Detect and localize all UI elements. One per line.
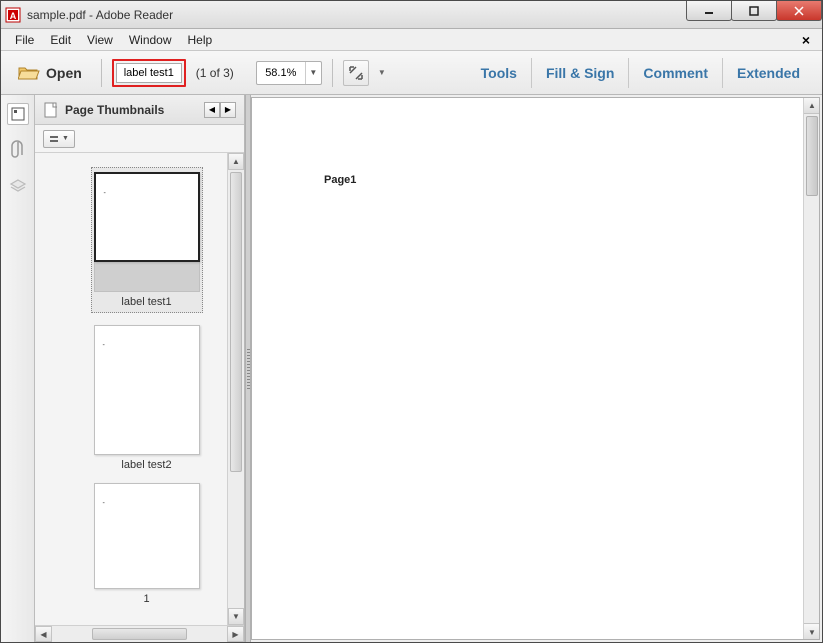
comment-link[interactable]: Comment (629, 59, 722, 87)
folder-open-icon (18, 65, 40, 81)
open-button[interactable]: Open (9, 58, 91, 88)
page-number-highlight (112, 59, 186, 87)
thumbnail-item[interactable]: - 1 (91, 483, 203, 605)
tools-link[interactable]: Tools (467, 59, 531, 87)
layers-tab-icon[interactable] (7, 175, 29, 197)
scroll-left-icon[interactable]: ◀ (35, 626, 52, 642)
fit-diagonal-icon (348, 65, 364, 81)
page-number-input[interactable] (116, 63, 182, 83)
thumbnail-label: 1 (143, 593, 149, 605)
thumbnails-header: Page Thumbnails ◀ ▶ (35, 95, 244, 125)
page-content-text: Page1 (324, 174, 356, 186)
thumb-next-button[interactable]: ▶ (220, 102, 236, 118)
separator (101, 59, 102, 87)
thumbnails-scrollbar-horizontal[interactable]: ◀ ▶ (35, 625, 244, 642)
thumbnail-label: label test2 (121, 459, 171, 471)
titlebar: A sample.pdf - Adobe Reader (1, 1, 822, 29)
thumbnails-panel: Page Thumbnails ◀ ▶ ▼ - label test1 (35, 95, 245, 642)
menu-help[interactable]: Help (180, 31, 221, 49)
thumbnail-item[interactable]: - label test1 (91, 167, 203, 313)
menu-window[interactable]: Window (121, 31, 180, 49)
scroll-right-icon[interactable]: ▶ (227, 626, 244, 642)
extended-link[interactable]: Extended (723, 59, 814, 87)
document-close-button[interactable]: × (796, 32, 816, 48)
thumbnail-label: label test1 (121, 296, 171, 308)
attachments-tab-icon[interactable] (7, 139, 29, 161)
window-title: sample.pdf - Adobe Reader (27, 8, 173, 22)
thumbnails-list: - label test1 - label test2 - 1 ▲ ▼ (35, 153, 244, 625)
document-scrollbar-vertical[interactable]: ▲ ▼ (803, 97, 820, 640)
toolbar: Open (1 of 3) ▼ ▼ Tools Fill & Sign Comm… (1, 51, 822, 95)
thumbnails-options-bar: ▼ (35, 125, 244, 153)
thumbnails-title: Page Thumbnails (65, 103, 164, 117)
menubar: File Edit View Window Help × (1, 29, 822, 51)
scroll-up-icon[interactable]: ▲ (228, 153, 244, 170)
page-icon (43, 102, 59, 118)
thumb-mini-text: - (103, 500, 105, 507)
thumb-mini-text: - (104, 190, 106, 197)
zoom-input[interactable] (257, 63, 305, 83)
scroll-down-icon[interactable]: ▼ (804, 623, 820, 640)
fit-page-button[interactable] (343, 60, 369, 86)
maximize-button[interactable] (731, 1, 777, 21)
separator (332, 59, 333, 87)
app-icon: A (5, 7, 21, 23)
menu-file[interactable]: File (7, 31, 42, 49)
open-label: Open (46, 65, 82, 81)
fit-dropdown[interactable]: ▼ (375, 68, 389, 77)
page-count-label: (1 of 3) (196, 66, 234, 80)
thumbnail-item[interactable]: - label test2 (91, 325, 203, 471)
menu-edit[interactable]: Edit (42, 31, 79, 49)
close-button[interactable] (776, 1, 822, 21)
thumbnails-scrollbar-vertical[interactable]: ▲ ▼ (227, 153, 244, 625)
thumb-prev-button[interactable]: ◀ (204, 102, 220, 118)
left-rail (1, 95, 35, 642)
minimize-button[interactable] (686, 1, 732, 21)
zoom-select[interactable]: ▼ (256, 61, 322, 85)
svg-text:A: A (10, 11, 17, 21)
document-view[interactable]: Page1 ▲ ▼ (251, 97, 820, 640)
menu-view[interactable]: View (79, 31, 121, 49)
chevron-down-icon[interactable]: ▼ (305, 62, 321, 84)
scroll-down-icon[interactable]: ▼ (228, 608, 244, 625)
thumbnails-options-dropdown[interactable]: ▼ (43, 130, 75, 148)
fill-sign-link[interactable]: Fill & Sign (532, 59, 628, 87)
scroll-up-icon[interactable]: ▲ (804, 97, 820, 114)
thumbnails-tab-icon[interactable] (7, 103, 29, 125)
thumb-mini-text: - (103, 342, 105, 349)
